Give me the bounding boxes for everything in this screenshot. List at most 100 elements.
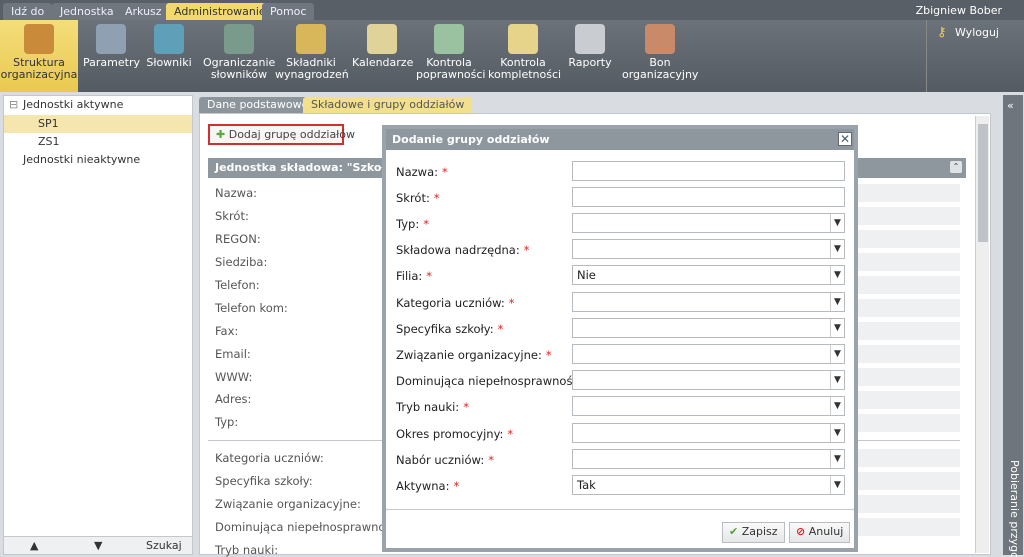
- field-value: [840, 253, 960, 271]
- label-org-binding: Związanie organizacyjne: *: [396, 348, 552, 362]
- cancel-button[interactable]: ⊘ Anuluj: [789, 522, 851, 543]
- active-select[interactable]: Tak ▼: [572, 475, 845, 495]
- main-scrollbar[interactable]: [975, 116, 989, 553]
- tree-item-zs1[interactable]: ZS1: [4, 133, 192, 151]
- check-icon: [434, 24, 464, 54]
- calendar-icon: [367, 24, 397, 54]
- close-icon[interactable]: ✕: [838, 132, 852, 146]
- org-binding-select[interactable]: ▼: [572, 344, 845, 364]
- label-enrollment: Nabór uczniów: *: [396, 453, 494, 467]
- tree-active-units[interactable]: ⊟ Jednostki aktywne: [4, 96, 192, 114]
- toolbar-calendars[interactable]: Kalendarze: [352, 20, 413, 92]
- toolbar: Struktura organizacyjna Parametry Słowni…: [0, 20, 1024, 92]
- label-active: Aktywna: *: [396, 479, 460, 493]
- toolbar-org-structure[interactable]: Struktura organizacyjna: [0, 20, 78, 92]
- people-icon: [645, 24, 675, 54]
- collapse-icon: ⊟: [9, 98, 19, 111]
- chevron-down-icon[interactable]: ▼: [830, 293, 844, 311]
- save-button[interactable]: ✔ Zapisz: [722, 522, 785, 543]
- menu-sheet[interactable]: Arkusz: [117, 3, 170, 20]
- logout-button[interactable]: ⚷ Wyloguj: [926, 20, 1024, 92]
- disability-select[interactable]: ▼: [572, 370, 845, 390]
- menu-help[interactable]: Pomoc: [262, 3, 315, 20]
- chevron-down-icon[interactable]: ▼: [830, 345, 844, 363]
- tree-footer: ▲ ▼ Szukaj: [4, 536, 192, 554]
- settings-icon: [96, 24, 126, 54]
- field-value: [840, 472, 960, 490]
- search-button[interactable]: Szukaj: [146, 539, 182, 552]
- tree-item-sp1[interactable]: SP1: [4, 115, 192, 133]
- field-value: [840, 276, 960, 294]
- field-value: [840, 414, 960, 432]
- toolbar-salary-components[interactable]: Składniki wynagrodzeń: [275, 20, 349, 92]
- label-type: Typ: *: [396, 217, 429, 231]
- building-icon: [24, 24, 54, 54]
- chevron-down-icon[interactable]: ▼: [830, 266, 844, 284]
- cancel-icon: ⊘: [796, 525, 806, 538]
- collapse-section-icon[interactable]: ⌃: [950, 161, 962, 173]
- toolbar-org-voucher[interactable]: Bon organizacyjny: [622, 20, 698, 92]
- field-label: Związanie organizacyjne:: [215, 497, 361, 511]
- plus-icon: ✚: [216, 128, 226, 141]
- field-label: Specyfika szkoły:: [215, 474, 313, 488]
- menu-unit[interactable]: Jednostka: [52, 3, 122, 20]
- chevron-down-icon[interactable]: ▼: [830, 476, 844, 494]
- dialog-title: Dodanie grupy oddziałów ✕: [386, 129, 854, 150]
- enrollment-select[interactable]: ▼: [572, 449, 845, 469]
- chevron-down-icon[interactable]: ▼: [830, 319, 844, 337]
- chevron-down-icon[interactable]: ▼: [830, 214, 844, 232]
- chevron-down-icon[interactable]: ▼: [830, 397, 844, 415]
- study-mode-select[interactable]: ▼: [572, 396, 845, 416]
- toolbar-restrict-dictionaries[interactable]: Ograniczanie słowników: [203, 20, 275, 92]
- chevron-down-icon[interactable]: ▼: [830, 371, 844, 389]
- add-group-dialog: Dodanie grupy oddziałów ✕ Nazwa: * Skrót:…: [382, 125, 858, 552]
- field-value: [840, 299, 960, 317]
- tab-basic-data[interactable]: Dane podstawowe: [199, 97, 317, 113]
- school-specifics-select[interactable]: ▼: [572, 318, 845, 338]
- field-value: [840, 184, 960, 202]
- unit-tree-panel: ⊟ Jednostki aktywne SP1 ZS1 Jednostki ni…: [3, 95, 193, 555]
- field-label: Telefon kom:: [215, 301, 288, 315]
- add-group-button[interactable]: ✚ Dodaj grupę oddziałów: [208, 124, 355, 145]
- menu-goto[interactable]: Idź do: [3, 3, 53, 20]
- chevron-down-icon[interactable]: ▼: [830, 450, 844, 468]
- name-input[interactable]: [572, 161, 845, 181]
- scroll-thumb[interactable]: [978, 124, 988, 242]
- move-down-icon[interactable]: ▼: [94, 539, 102, 552]
- parent-unit-select[interactable]: ▼: [572, 239, 845, 259]
- expand-icon[interactable]: «: [1007, 99, 1014, 112]
- short-name-input[interactable]: [572, 187, 845, 207]
- field-value: [840, 495, 960, 513]
- top-menu: Idź do Jednostka Arkusz Administrowanie …: [0, 0, 1024, 20]
- chevron-down-icon[interactable]: ▼: [830, 240, 844, 258]
- restrict-dictionary-icon: [224, 24, 254, 54]
- key-icon: ⚷: [937, 25, 947, 40]
- chevron-down-icon[interactable]: ▼: [830, 424, 844, 442]
- dialog-footer-divider: [386, 509, 854, 510]
- student-category-select[interactable]: ▼: [572, 292, 845, 312]
- field-label: Nazwa:: [215, 186, 258, 200]
- coins-icon: [296, 24, 326, 54]
- toolbar-parameters[interactable]: Parametry: [83, 20, 140, 92]
- toolbar-correctness-check[interactable]: Kontrola poprawności: [416, 20, 486, 92]
- field-value: [840, 322, 960, 340]
- tree-inactive-units[interactable]: Jednostki nieaktywne: [4, 151, 192, 169]
- toolbar-dictionaries[interactable]: Słowniki: [146, 20, 192, 92]
- branch-select[interactable]: Nie ▼: [572, 265, 845, 285]
- field-value: [840, 518, 960, 536]
- type-select[interactable]: ▼: [572, 213, 845, 233]
- tab-components-groups[interactable]: Składowe i grupy oddziałów: [303, 97, 473, 113]
- move-up-icon[interactable]: ▲: [30, 539, 38, 552]
- field-label: Dominująca niepełnosprawność:: [215, 520, 402, 534]
- warning-icon: [508, 24, 538, 54]
- toolbar-completeness-check[interactable]: Kontrola kompletności: [488, 20, 561, 92]
- downloads-panel[interactable]: « Pobieranie przygotowanych plików: [1003, 95, 1023, 557]
- promotion-period-select[interactable]: ▼: [572, 423, 845, 443]
- downloads-panel-label: Pobieranie przygotowanych plików: [1008, 460, 1021, 557]
- toolbar-reports[interactable]: Raporty: [566, 20, 614, 92]
- field-value: [840, 345, 960, 363]
- field-value: [840, 368, 960, 386]
- field-value: [840, 207, 960, 225]
- menu-administration[interactable]: Administrowanie: [166, 3, 274, 20]
- printer-icon: [575, 24, 605, 54]
